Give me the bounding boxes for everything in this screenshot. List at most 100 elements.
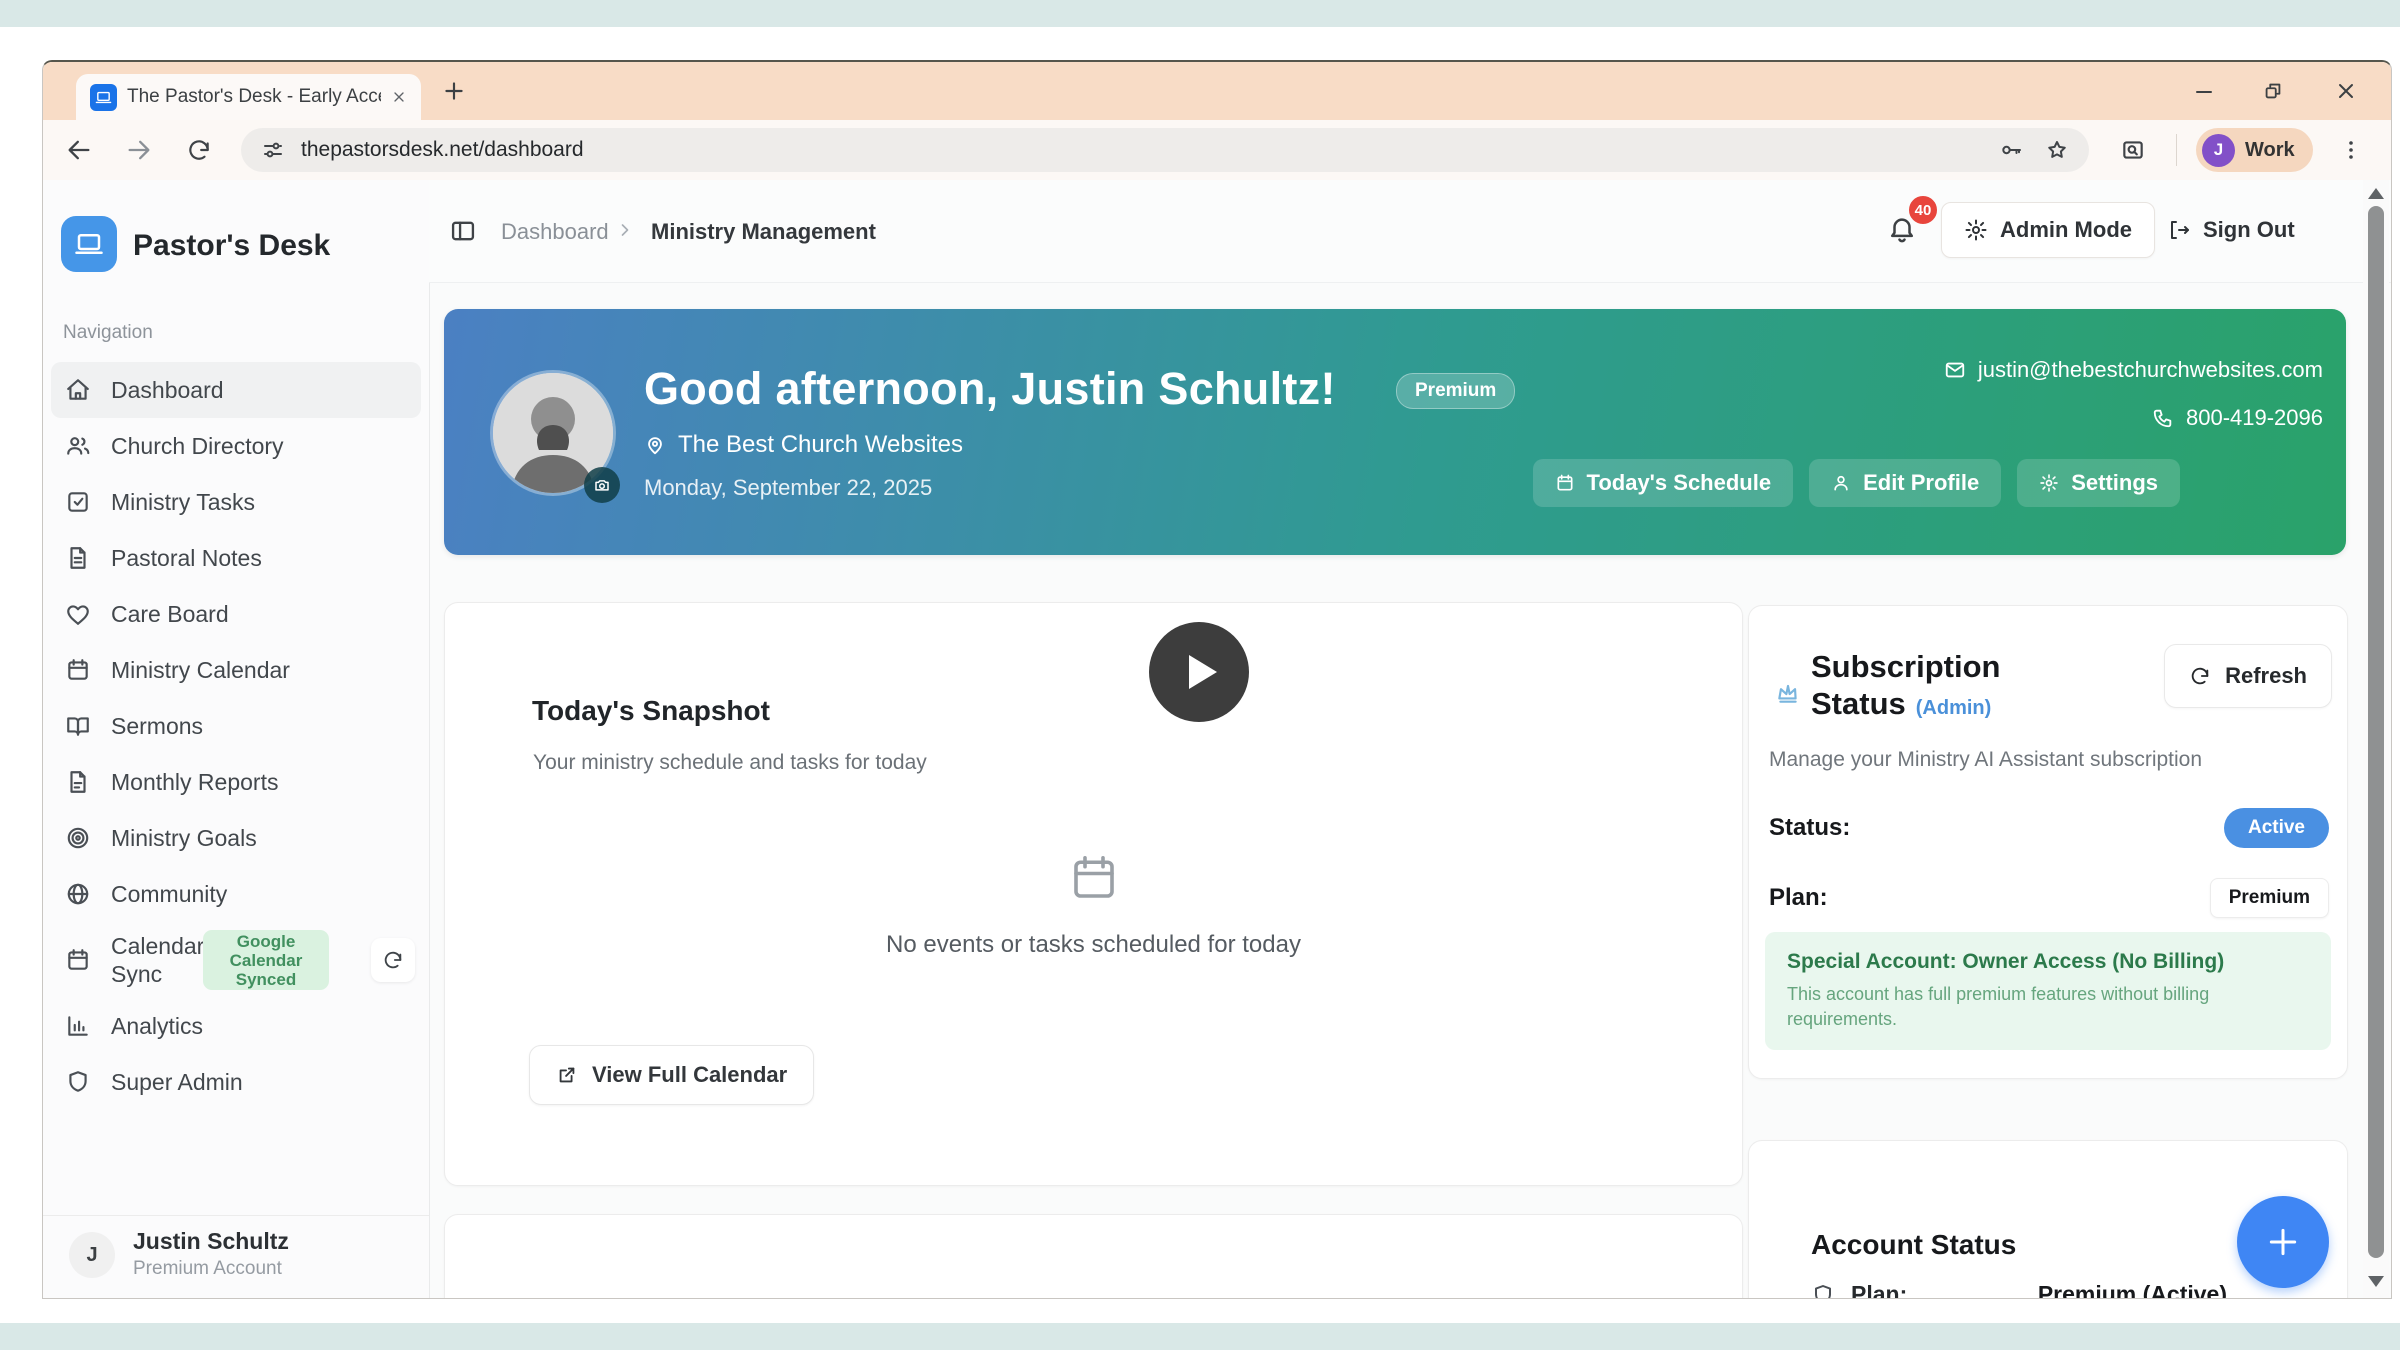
add-fab-button[interactable] (2237, 1196, 2329, 1288)
status-row: Status: Active (1769, 808, 2329, 848)
toolbar-separator (2176, 134, 2177, 166)
scroll-down-arrow[interactable] (2368, 1276, 2384, 1287)
greeting-banner: Good afternoon, Justin Schultz! Premium … (444, 309, 2346, 555)
card-partial (444, 1214, 1743, 1299)
shield-icon (1811, 1283, 1835, 1300)
scroll-up-arrow[interactable] (2368, 188, 2384, 199)
person-icon (1831, 473, 1851, 493)
sidebar-item-ministry-tasks[interactable]: Ministry Tasks (51, 474, 421, 530)
browser-menu-icon[interactable] (2333, 132, 2369, 168)
special-account-notice: Special Account: Owner Access (No Billin… (1765, 932, 2331, 1050)
site-settings-icon[interactable] (261, 138, 285, 162)
forward-icon[interactable] (121, 132, 157, 168)
browser-profile-chip[interactable]: J Work (2196, 128, 2313, 172)
empty-calendar-icon (1067, 851, 1121, 910)
sidebar-user[interactable]: J Justin Schultz Premium Account (43, 1215, 429, 1298)
page-scrollbar[interactable] (2363, 180, 2389, 1298)
window-close-button[interactable] (2331, 76, 2361, 106)
church-line: The Best Church Websites (644, 431, 963, 459)
sidebar-item-monthly-reports[interactable]: Monthly Reports (51, 754, 421, 810)
sidebar-item-super-admin[interactable]: Super Admin (51, 1054, 421, 1110)
scrollbar-thumb[interactable] (2368, 206, 2384, 1258)
gear-icon (2039, 473, 2059, 493)
bookmark-star-icon[interactable] (2045, 138, 2069, 162)
window-restore-button[interactable] (2258, 76, 2288, 106)
sidebar-item-sermons[interactable]: Sermons (51, 698, 421, 754)
gear-icon (1964, 218, 1988, 242)
check-square-icon (65, 489, 91, 515)
calendar-icon (65, 657, 91, 683)
crown-icon (1775, 680, 1801, 711)
calendar-icon (1555, 473, 1575, 493)
account-plan-row: Plan: Premium (Active) (1811, 1281, 2227, 1299)
refresh-button[interactable]: Refresh (2164, 644, 2332, 708)
greeting-title: Good afternoon, Justin Schultz! (644, 363, 1336, 415)
snapshot-subtitle: Your ministry schedule and tasks for tod… (533, 751, 927, 775)
email-line: justin@thebestchurchwebsites.com (1944, 357, 2323, 383)
app-logo-icon (61, 216, 117, 272)
app-topbar: Dashboard Ministry Management 40 Admin M… (429, 180, 2391, 283)
status-active-badge: Active (2224, 808, 2329, 848)
sidebar-toggle-icon[interactable] (449, 217, 477, 250)
heart-icon (65, 601, 91, 627)
mail-icon (1944, 359, 1966, 381)
sidebar-item-calendar-sync[interactable]: Calendar Sync Google Calendar Synced (51, 922, 421, 998)
sidebar-section-label: Navigation (63, 322, 153, 344)
sidebar-item-ministry-calendar[interactable]: Ministry Calendar (51, 642, 421, 698)
home-icon (65, 377, 91, 403)
back-icon[interactable] (61, 132, 97, 168)
user-name: Justin Schultz (133, 1228, 289, 1255)
sync-refresh-icon[interactable] (371, 938, 415, 982)
browser-tab[interactable]: The Pastor's Desk - Early Acces (76, 74, 421, 120)
document-icon (65, 545, 91, 571)
sidebar-item-pastoral-notes[interactable]: Pastoral Notes (51, 530, 421, 586)
site-favicon-icon (90, 84, 117, 111)
browser-tabbar: The Pastor's Desk - Early Acces (43, 62, 2391, 120)
page-content: Pastor's Desk Navigation Dashboard Churc… (43, 180, 2391, 1298)
reload-icon[interactable] (181, 132, 217, 168)
target-icon (65, 825, 91, 851)
settings-button[interactable]: Settings (2017, 459, 2180, 507)
edit-profile-button[interactable]: Edit Profile (1809, 459, 2001, 507)
book-open-icon (65, 713, 91, 739)
users-icon (65, 433, 91, 459)
breadcrumb-current: Ministry Management (651, 219, 876, 245)
admin-mode-button[interactable]: Admin Mode (1941, 202, 2155, 258)
bottom-strip (0, 1323, 2400, 1350)
sidebar-item-analytics[interactable]: Analytics (51, 998, 421, 1054)
url-text[interactable]: thepastorsdesk.net/dashboard (301, 138, 1999, 162)
video-play-button[interactable] (1149, 622, 1249, 722)
sidebar-item-dashboard[interactable]: Dashboard (51, 362, 421, 418)
browser-toolbar: thepastorsdesk.net/dashboard J Work (43, 120, 2391, 181)
breadcrumb-chevron-icon (615, 220, 635, 245)
app-sidebar: Pastor's Desk Navigation Dashboard Churc… (43, 180, 430, 1298)
plan-premium-badge: Premium (2210, 878, 2329, 918)
sidebar-item-community[interactable]: Community (51, 866, 421, 922)
window-minimize-button[interactable] (2189, 76, 2219, 106)
camera-icon[interactable] (584, 467, 620, 503)
search-sidebar-icon[interactable] (2115, 132, 2151, 168)
calendar-sync-icon (65, 947, 91, 973)
account-status-title: Account Status (1811, 1229, 2016, 1261)
sidebar-item-care-board[interactable]: Care Board (51, 586, 421, 642)
subscription-title: Subscription Status(Admin) (1811, 648, 2000, 727)
play-icon (1189, 655, 1217, 689)
bar-chart-icon (65, 1013, 91, 1039)
notification-count-badge: 40 (1907, 194, 1939, 226)
sidebar-item-ministry-goals[interactable]: Ministry Goals (51, 810, 421, 866)
globe-icon (65, 881, 91, 907)
user-avatar: J (69, 1232, 115, 1278)
view-full-calendar-button[interactable]: View Full Calendar (529, 1045, 814, 1105)
url-bar[interactable]: thepastorsdesk.net/dashboard (241, 128, 2089, 172)
new-tab-button[interactable] (441, 78, 467, 109)
top-strip (0, 0, 2400, 27)
breadcrumb-parent[interactable]: Dashboard (501, 219, 609, 245)
sign-out-button[interactable]: Sign Out (2167, 202, 2295, 258)
plan-row: Plan: Premium (1769, 878, 2329, 918)
phone-icon (2152, 407, 2174, 429)
todays-schedule-button[interactable]: Today's Schedule (1533, 459, 1794, 507)
app-name: Pastor's Desk (133, 229, 330, 263)
tab-close-icon[interactable] (391, 89, 407, 105)
sidebar-item-church-directory[interactable]: Church Directory (51, 418, 421, 474)
passwords-key-icon[interactable] (1999, 138, 2023, 162)
